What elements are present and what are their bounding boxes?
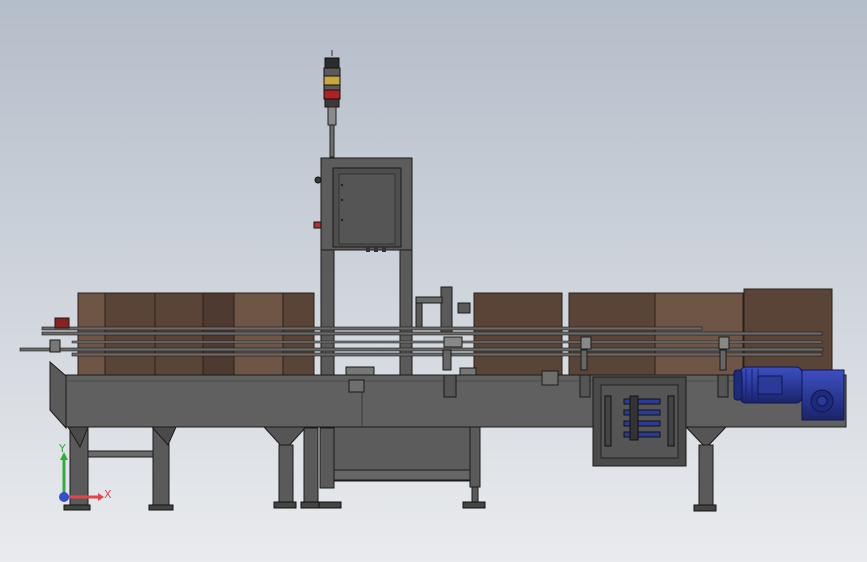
triad-z-axis <box>59 492 69 502</box>
triad-y-label: Y <box>58 442 66 455</box>
electrical-junction-box[interactable] <box>592 376 687 467</box>
cad-viewport[interactable]: X Y <box>0 0 867 562</box>
stack-light-red <box>323 89 341 100</box>
triad-x-label: X <box>104 488 112 501</box>
stack-light-amber <box>323 75 341 86</box>
cad-scene[interactable]: X Y <box>0 0 867 562</box>
